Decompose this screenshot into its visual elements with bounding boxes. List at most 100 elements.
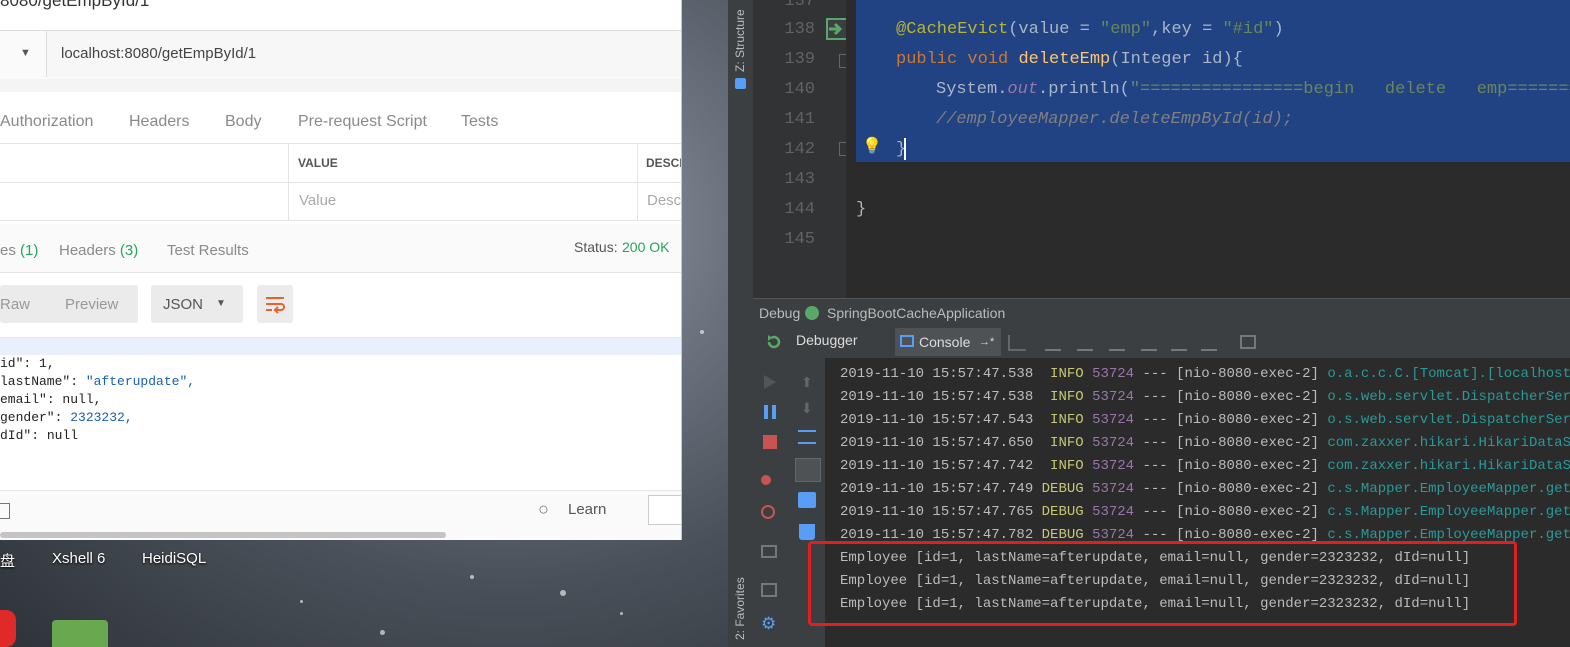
- snow-dot: [700, 330, 704, 334]
- tab-test-results[interactable]: Test Results: [167, 242, 249, 259]
- tab-console[interactable]: Console →*: [895, 328, 1001, 356]
- line-number: 140: [784, 80, 815, 99]
- log-line: 2019-11-10 15:57:47.538 INFO 53724 --- […: [840, 366, 1570, 382]
- editor-gutter: 137 138 139 140 141 142 143 144 145: [753, 0, 851, 298]
- column-header-description: DESCR: [646, 156, 681, 170]
- line-number: 145: [784, 230, 815, 249]
- tab-cookies[interactable]: es (1): [0, 242, 38, 259]
- evaluate-expression-icon[interactable]: [1240, 335, 1256, 349]
- postman-window: 8080/getEmpById/1 ▼ localhost:8080/getEm…: [0, 0, 682, 540]
- column-separator: [637, 144, 638, 182]
- camera-icon[interactable]: [761, 545, 777, 558]
- response-body: id": 1, lastName": "afterupdate", email"…: [0, 337, 681, 491]
- trash-icon[interactable]: [799, 524, 815, 540]
- line-number: 137: [784, 0, 815, 11]
- status-label: Status:: [574, 239, 618, 255]
- params-table-row: Value Desc: [0, 182, 681, 221]
- arrow-up-icon[interactable]: ⬆: [801, 374, 813, 391]
- arrow-down-icon[interactable]: ⬇: [801, 400, 813, 417]
- json-line: dId": null: [0, 428, 79, 443]
- desktop-icon-label-heidisql[interactable]: HeidiSQL: [142, 550, 206, 567]
- wrap-icon: [266, 297, 285, 314]
- desktop-icon-label-xshell[interactable]: Xshell 6: [52, 550, 105, 567]
- line-number: 139: [784, 50, 815, 69]
- line-number: 144: [784, 200, 815, 219]
- resume-icon[interactable]: [764, 375, 776, 389]
- desktop-icon-label[interactable]: 盘: [0, 550, 15, 571]
- log-line: 2019-11-10 15:57:47.749 DEBUG 53724 --- …: [840, 481, 1570, 497]
- tab-tests[interactable]: Tests: [461, 113, 498, 131]
- description-field[interactable]: Desc: [647, 192, 681, 209]
- params-table-header: VALUE DESCR: [0, 143, 681, 183]
- format-select[interactable]: JSON ▼: [151, 285, 243, 323]
- learn-button[interactable]: Learn: [568, 501, 606, 518]
- view-breakpoints-icon[interactable]: [761, 475, 771, 485]
- run-configuration-name[interactable]: SpringBootCacheApplication: [827, 305, 1005, 321]
- pause-icon[interactable]: [764, 405, 768, 419]
- step-over-icon[interactable]: [1045, 335, 1061, 351]
- highlight-annotation-box: [808, 541, 1517, 626]
- url-bar: ▼ localhost:8080/getEmpById/1: [0, 30, 681, 80]
- console-icon: [900, 335, 914, 347]
- snow-dot: [300, 600, 303, 603]
- headers-count: (3): [119, 242, 139, 259]
- column-separator: [288, 144, 289, 182]
- tab-debugger[interactable]: Debugger: [796, 332, 858, 348]
- column-header-value: VALUE: [298, 156, 338, 170]
- code-line-138: @CacheEvict(value = "emp",key = "#id"): [896, 20, 1284, 39]
- text-cursor: [904, 138, 906, 160]
- log-line: 2019-11-10 15:57:47.543 INFO 53724 --- […: [840, 412, 1570, 428]
- code-line-141: //employeeMapper.deleteEmpById(id);: [936, 110, 1294, 129]
- tab-response-headers[interactable]: Headers (3): [59, 242, 138, 259]
- scroll-to-end-icon[interactable]: [795, 458, 821, 482]
- structure-icon: [735, 78, 746, 89]
- value-field[interactable]: Value: [299, 192, 336, 209]
- log-line: 2019-11-10 15:57:47.742 INFO 53724 --- […: [840, 458, 1570, 474]
- snow-dot: [620, 612, 623, 615]
- run-to-cursor-icon[interactable]: [1201, 335, 1217, 351]
- console-icon[interactable]: [0, 503, 10, 519]
- code-editor[interactable]: @CacheEvict(value = "emp",key = "#id") p…: [846, 0, 1570, 298]
- bug-icon: [805, 306, 819, 320]
- rerun-icon[interactable]: [765, 333, 783, 351]
- wrap-lines-button[interactable]: [257, 285, 293, 323]
- red-app-icon[interactable]: [0, 610, 16, 647]
- tab-authorization[interactable]: Authorization: [0, 113, 93, 131]
- format-select-value: JSON: [163, 296, 204, 313]
- footer-field[interactable]: [648, 495, 681, 525]
- mute-breakpoints-icon[interactable]: [761, 505, 775, 519]
- favorites-tab[interactable]: 2: Favorites: [733, 577, 747, 640]
- settings-icon[interactable]: ⚙: [761, 614, 776, 634]
- step-into-icon[interactable]: [1077, 335, 1093, 351]
- step-out-icon[interactable]: [1141, 335, 1157, 351]
- green-folder-icon[interactable]: [52, 620, 108, 647]
- chevron-down-icon[interactable]: ▼: [20, 47, 31, 59]
- layout-icon[interactable]: [761, 583, 777, 597]
- print-icon[interactable]: [798, 492, 816, 508]
- tool-window-bar: Z: Structure 2: Favorites: [728, 0, 754, 647]
- tab-body[interactable]: Body: [225, 113, 261, 131]
- line-number: 142: [784, 140, 815, 159]
- column-separator: [637, 182, 638, 220]
- lightbulb-icon[interactable]: 💡: [862, 136, 882, 156]
- lightbulb-icon: ○: [538, 499, 549, 519]
- drop-frame-icon[interactable]: [1171, 335, 1187, 351]
- debug-header: Debug SpringBootCacheApplication: [753, 298, 1570, 327]
- tab-pre-request-script[interactable]: Pre-request Script: [298, 113, 427, 131]
- horizontal-scrollbar[interactable]: [0, 532, 446, 538]
- force-step-into-icon[interactable]: [1109, 335, 1125, 351]
- divider: [0, 79, 681, 92]
- line-number: 141: [784, 110, 815, 129]
- raw-button[interactable]: Raw: [0, 296, 30, 313]
- chevron-down-icon: ▼: [216, 298, 226, 309]
- soft-wrap-icon[interactable]: [798, 430, 816, 444]
- tab-headers[interactable]: Headers: [129, 113, 189, 131]
- line-number: 143: [784, 170, 815, 189]
- stop-icon[interactable]: [763, 435, 777, 449]
- response-view-toolbar: Raw Preview JSON ▼: [0, 282, 681, 326]
- url-input[interactable]: localhost:8080/getEmpById/1: [46, 31, 681, 77]
- show-execution-point-icon[interactable]: [1008, 335, 1026, 351]
- log-line: 2019-11-10 15:57:47.538 INFO 53724 --- […: [840, 389, 1570, 405]
- preview-button[interactable]: Preview: [65, 296, 118, 313]
- structure-tab[interactable]: Z: Structure: [733, 9, 747, 72]
